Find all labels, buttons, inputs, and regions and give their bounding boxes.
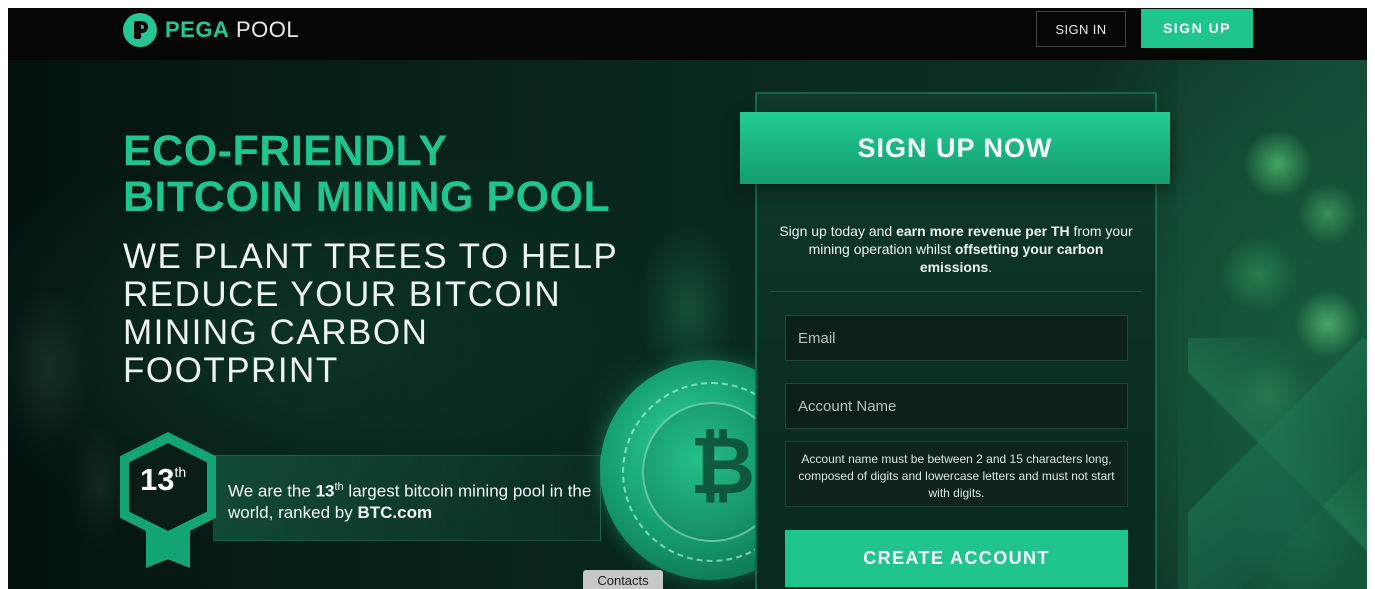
account-name-field[interactable] [785,383,1128,429]
rank-badge-digits: 13 [140,462,175,497]
hero-headline-line1: ECO-FRIENDLY [123,127,448,175]
hero-subheadline: WE PLANT TREES TO HELP REDUCE YOUR BITCO… [123,238,618,390]
bitcoin-symbol-icon: ₿ [690,421,756,510]
account-name-hint: Account name must be between 2 and 15 ch… [798,452,1115,500]
background-rock [1188,338,1367,589]
brand-name: PEGA POOL [165,17,299,43]
signup-divider [770,291,1142,292]
signup-desc-part1: Sign up today and [779,223,897,239]
rank-text: We are the 13th largest bitcoin mining p… [228,477,598,523]
brand-logo[interactable]: PEGA POOL [123,13,299,47]
rank-badge-number: 13th [140,462,186,498]
rank-ranker: BTC.com [357,502,433,522]
hero-subheadline-line2: REDUCE YOUR BITCOIN [123,275,562,314]
email-field[interactable] [785,315,1128,361]
top-navigation: PEGA POOL SIGN IN SIGN UP [8,8,1367,60]
hero-headline-line2: BITCOIN MINING POOL [123,173,611,221]
sign-up-button[interactable]: SIGN UP [1141,9,1253,48]
signup-panel-title: SIGN UP NOW [857,133,1053,163]
hero-subheadline-line4: FOOTPRINT [123,351,339,390]
rank-text-number: 13 [315,481,335,501]
hero-headline: ECO-FRIENDLY BITCOIN MINING POOL [123,128,610,220]
hero-subheadline-line1: WE PLANT TREES TO HELP [123,237,619,276]
create-account-button[interactable]: CREATE ACCOUNT [785,530,1128,587]
brand-name-pool: POOL [235,17,300,42]
signup-description: Sign up today and earn more revenue per … [778,222,1134,276]
rank-badge-suffix: th [174,464,187,480]
signup-desc-part3: . [988,259,993,275]
pega-logo-icon [123,13,157,47]
page: PEGA POOL SIGN IN SIGN UP ECO-FRIENDLY B… [8,8,1367,589]
hero-subheadline-line3: MINING CARBON [123,313,429,352]
sign-in-button[interactable]: SIGN IN [1036,11,1126,47]
contacts-tab[interactable]: Contacts [583,570,663,589]
brand-name-pega: PEGA [165,17,230,42]
rank-text-suffix: th [334,481,344,493]
signup-desc-bold1: earn more revenue per TH [896,223,1070,239]
rank-text-before: We are the [228,481,316,501]
